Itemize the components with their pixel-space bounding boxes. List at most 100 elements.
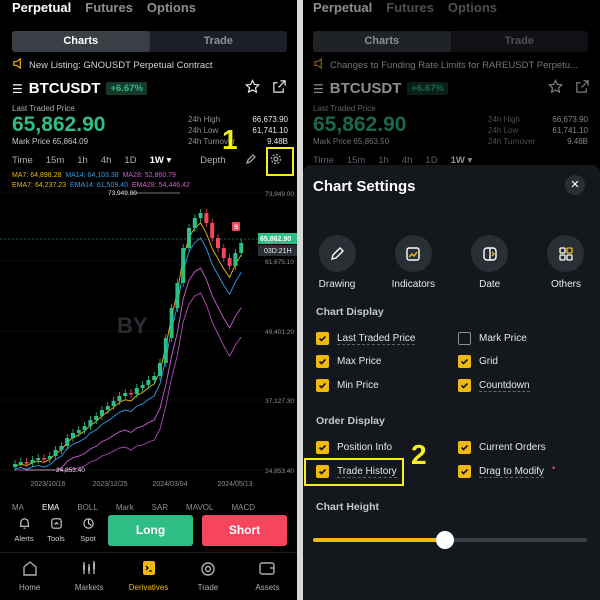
- option-label: Current Orders: [479, 442, 546, 453]
- category-indicators[interactable]: Indicators: [385, 235, 441, 290]
- menu-icon[interactable]: ☰: [12, 82, 23, 96]
- tab-options[interactable]: Options: [147, 0, 196, 16]
- announcement-bar[interactable]: New Listing: GNOUSDT Perpetual Contract: [12, 58, 287, 72]
- ma28-value: MA28: 52,860.79: [122, 172, 176, 179]
- ind-mark[interactable]: Mark: [116, 503, 134, 511]
- home-icon: [21, 559, 39, 579]
- short-button[interactable]: Short: [202, 515, 287, 546]
- left-screen: Perpetual Futures Options Charts Trade N…: [0, 0, 297, 600]
- nav-markets[interactable]: Markets: [59, 553, 118, 600]
- symbol-row[interactable]: ☰ BTCUSDT +6.67%: [12, 80, 147, 97]
- tf-4h[interactable]: 4h: [101, 155, 112, 166]
- checkbox-checked[interactable]: [316, 332, 329, 345]
- derivatives-icon: [140, 559, 158, 579]
- option-min-price[interactable]: Min Price: [316, 379, 379, 392]
- option-label: Mark Price: [479, 333, 527, 344]
- tab-trade[interactable]: Trade: [150, 31, 288, 52]
- category-others[interactable]: Others: [538, 235, 594, 290]
- ind-mavol[interactable]: MAVOL: [186, 503, 213, 511]
- checkbox-checked[interactable]: [458, 441, 471, 454]
- checkbox-checked[interactable]: [458, 379, 471, 392]
- nav-derivatives[interactable]: Derivatives: [119, 553, 178, 600]
- option-countdown[interactable]: Countdown: [458, 379, 530, 392]
- candle-body: [192, 218, 197, 228]
- tab-futures[interactable]: Futures: [85, 0, 133, 16]
- tf-15m[interactable]: 15m: [46, 155, 64, 166]
- view-switch: Charts Trade: [12, 31, 287, 52]
- x-tick-label: 2024/03/04: [152, 481, 187, 488]
- tf-1d[interactable]: 1D: [124, 155, 136, 166]
- close-button[interactable]: ✕: [565, 175, 585, 195]
- candle-body: [233, 253, 238, 266]
- candle-body: [30, 460, 35, 463]
- callout-box-2: [304, 458, 404, 486]
- ind-macd[interactable]: MACD: [231, 503, 255, 511]
- ind-sar[interactable]: SAR: [152, 503, 168, 511]
- category-label: Drawing: [318, 279, 356, 290]
- ind-boll[interactable]: BOLL: [77, 503, 97, 511]
- option-label: Min Price: [337, 380, 379, 391]
- new-dot: •: [552, 462, 556, 473]
- option-drag-to-modify[interactable]: Drag to Modify •: [458, 462, 556, 478]
- candle-body: [65, 438, 70, 446]
- option-grid[interactable]: Grid: [458, 355, 498, 368]
- option-current-orders[interactable]: Current Orders: [458, 441, 546, 454]
- callout-number-1: 1: [222, 124, 238, 155]
- candle-body: [36, 458, 41, 460]
- checkbox-checked[interactable]: [316, 379, 329, 392]
- ind-ma[interactable]: MA: [12, 503, 24, 511]
- checkbox-checked[interactable]: [316, 441, 329, 454]
- nav-assets[interactable]: Assets: [238, 553, 297, 600]
- category-label: Others: [550, 279, 581, 290]
- countdown-label: 03D:21H: [264, 248, 292, 255]
- ind-ema[interactable]: EMA: [42, 503, 59, 511]
- tf-time[interactable]: Time: [12, 155, 33, 166]
- pencil-icon[interactable]: [245, 153, 257, 168]
- alerts-label: Alerts: [14, 534, 34, 543]
- mark-price: Mark Price 65,864.09: [12, 137, 89, 146]
- kline-chart[interactable]: BY 73,949.00 61,675.10 49,401.20 37,127.30 2…: [0, 188, 297, 493]
- long-button[interactable]: Long: [108, 515, 193, 546]
- tab-perpetual[interactable]: Perpetual: [12, 0, 71, 16]
- option-position-info[interactable]: Position Info: [316, 441, 392, 454]
- modal-backdrop[interactable]: [303, 0, 600, 165]
- last-traded-label: Last Traded Price: [12, 104, 75, 113]
- tf-1w-label: 1W: [149, 154, 164, 166]
- option-last-traded-price[interactable]: Last Traded Price: [316, 332, 416, 345]
- candle-body: [71, 433, 75, 438]
- indicator-tabs: MA EMA BOLL Mark SAR MAVOL MACD: [12, 503, 255, 511]
- ma28-line: [15, 267, 242, 471]
- checkbox-unchecked[interactable]: [458, 332, 471, 345]
- checkbox-checked[interactable]: [458, 465, 471, 478]
- category-drawing[interactable]: Drawing: [309, 235, 365, 290]
- spot-button[interactable]: Spot: [72, 517, 104, 543]
- checkbox-checked[interactable]: [316, 355, 329, 368]
- markets-icon: [80, 559, 98, 579]
- product-tabs: Perpetual Futures Options: [12, 0, 196, 16]
- option-label: Position Info: [337, 442, 393, 453]
- star-icon[interactable]: [244, 78, 261, 99]
- x-tick-label: 2023/12/25: [92, 481, 127, 488]
- change-badge: +6.67%: [106, 82, 147, 95]
- category-label: Indicators: [391, 279, 435, 290]
- chart-height-slider[interactable]: [313, 531, 587, 549]
- nav-trade[interactable]: Trade: [178, 553, 237, 600]
- tab-charts[interactable]: Charts: [12, 31, 150, 52]
- option-max-price[interactable]: Max Price: [316, 355, 381, 368]
- low-marker: 24,853.40: [56, 467, 85, 474]
- slider-knob[interactable]: [435, 531, 454, 549]
- tf-1h[interactable]: 1h: [77, 155, 88, 166]
- tf-1w[interactable]: 1W ▾: [150, 155, 172, 166]
- stat-value: 61,741.10: [252, 126, 288, 135]
- candle-body: [239, 243, 244, 253]
- nav-home[interactable]: Home: [0, 553, 59, 600]
- depth-tab[interactable]: Depth: [200, 155, 225, 166]
- tools-button[interactable]: Tools: [40, 517, 72, 543]
- share-icon[interactable]: [272, 79, 287, 99]
- order-display-title: Order Display: [316, 415, 385, 427]
- ma-row: MA7: 64,898.28 MA14: 64,103.38 MA28: 52,…: [12, 171, 190, 181]
- alerts-button[interactable]: Alerts: [8, 517, 40, 543]
- option-mark-price[interactable]: Mark Price: [458, 332, 527, 345]
- category-date[interactable]: Date: [462, 235, 518, 290]
- checkbox-checked[interactable]: [458, 355, 471, 368]
